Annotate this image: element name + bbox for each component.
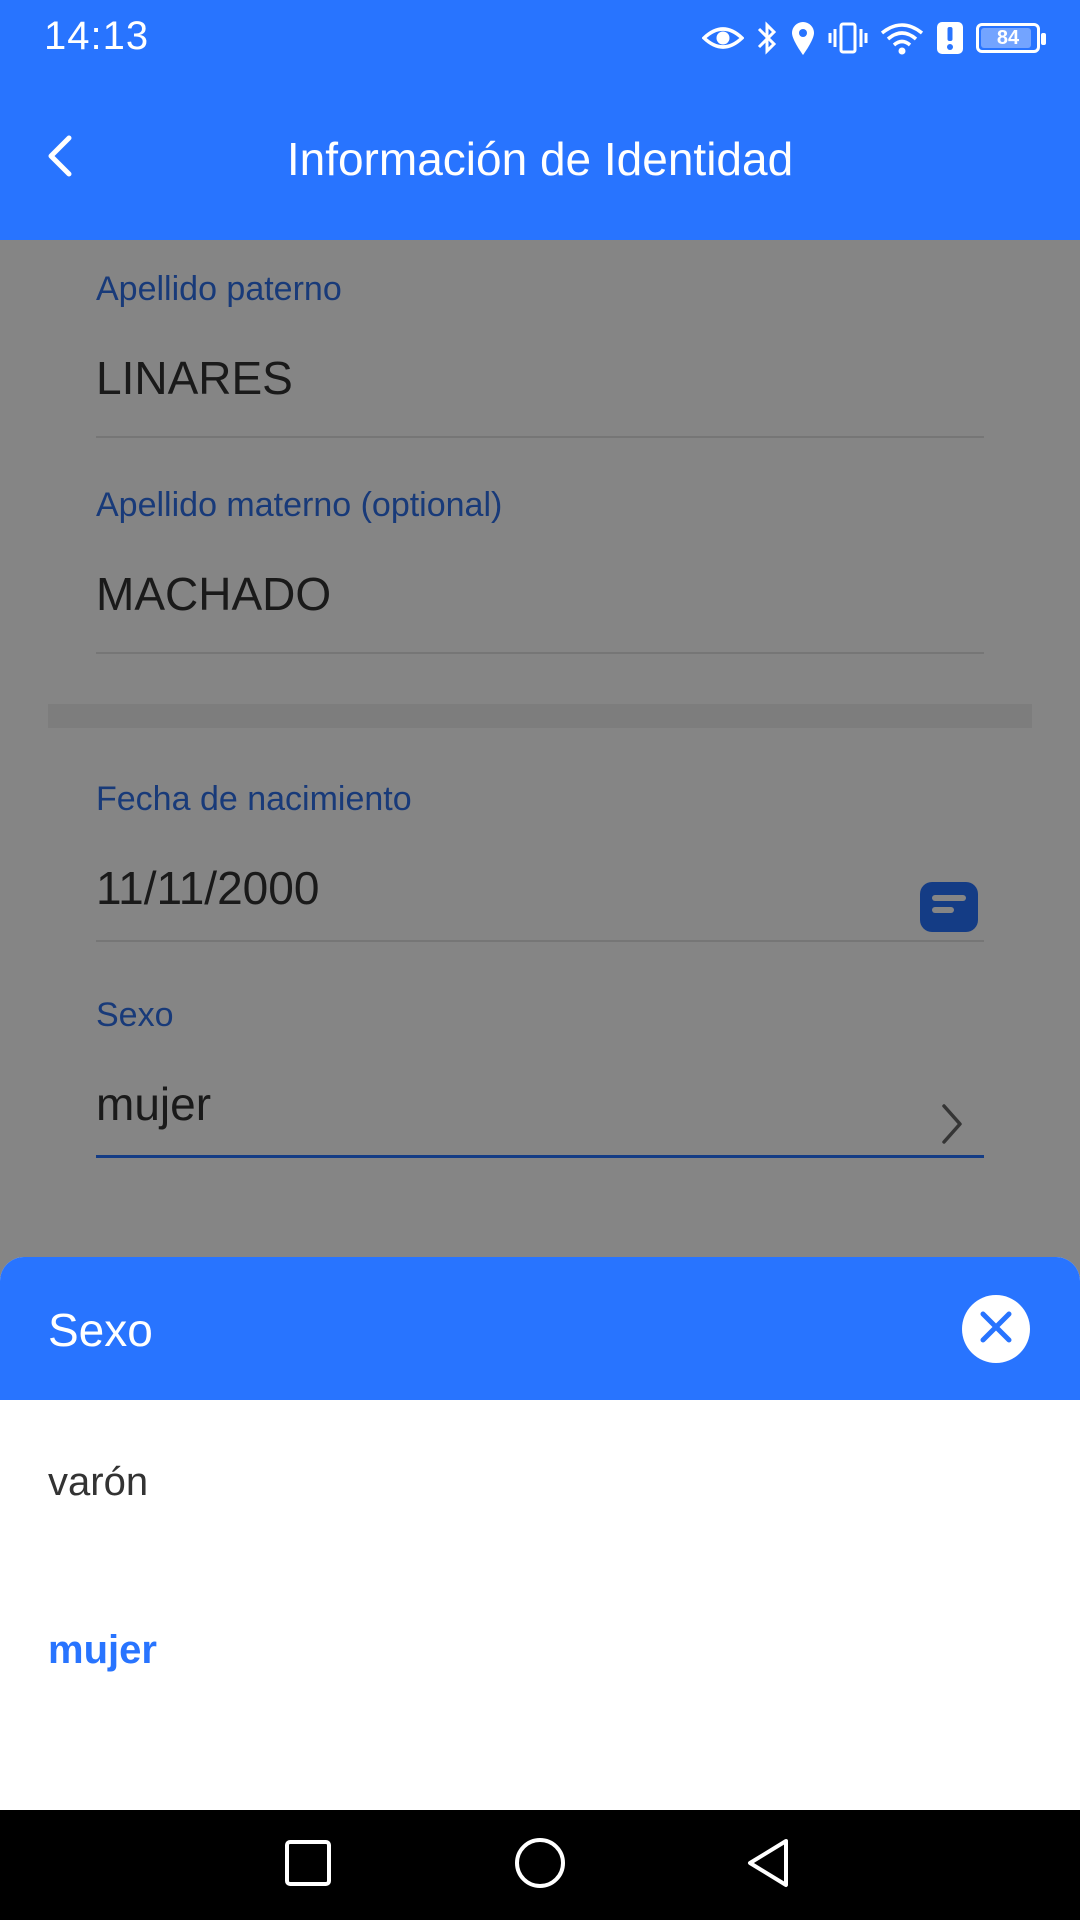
recents-square-icon (284, 1839, 332, 1892)
status-time: 14:13 (44, 14, 150, 58)
sex-picker-sheet: Sexo varón mujer (0, 1257, 1080, 1810)
status-icons: 84 (702, 14, 1046, 62)
status-bar: 14:13 84 (0, 0, 1080, 76)
back-nav-button[interactable] (740, 1837, 796, 1893)
page-title: Información de Identidad (286, 133, 794, 185)
sheet-title: Sexo (48, 1304, 153, 1356)
battery-level: 84 (996, 26, 1020, 49)
vibrate-icon (828, 21, 868, 55)
bluetooth-icon (756, 20, 778, 56)
option-varon[interactable]: varón (48, 1460, 148, 1505)
recents-button[interactable] (280, 1837, 336, 1893)
system-nav-bar (0, 1810, 1080, 1920)
battery-icon: 84 (976, 23, 1046, 53)
eye-icon (702, 23, 744, 53)
app-header: Información de Identidad (0, 76, 1080, 240)
option-mujer[interactable]: mujer (48, 1628, 157, 1673)
close-icon (978, 1309, 1014, 1350)
wifi-icon (880, 21, 924, 55)
home-circle-icon (514, 1837, 566, 1894)
back-triangle-icon (744, 1837, 792, 1894)
sheet-header: Sexo (0, 1257, 1080, 1400)
home-button[interactable] (512, 1837, 568, 1893)
location-icon (790, 20, 816, 56)
alert-icon (936, 21, 964, 55)
close-button[interactable] (962, 1295, 1030, 1363)
